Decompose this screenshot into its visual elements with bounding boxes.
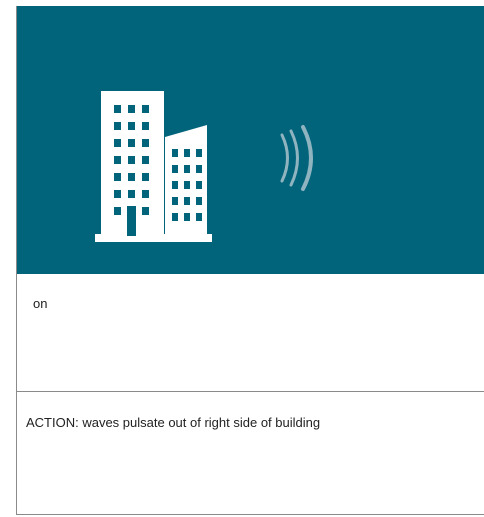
signal-waves-icon (280, 125, 313, 191)
window (184, 181, 190, 189)
window (184, 197, 190, 205)
window (128, 190, 135, 198)
window (142, 139, 149, 147)
window (114, 139, 121, 147)
window (114, 190, 121, 198)
window (128, 156, 135, 164)
window (184, 165, 190, 173)
illustration-canvas (95, 91, 313, 242)
action-panel: ACTION: waves pulsate out of right side … (17, 392, 484, 514)
window (142, 207, 149, 215)
window (114, 156, 121, 164)
illustration-panel (17, 6, 484, 274)
window (142, 156, 149, 164)
window (196, 213, 202, 221)
window (128, 122, 135, 130)
window (172, 213, 178, 221)
window (142, 105, 149, 113)
storyboard-frame: on ACTION: waves pulsate out of right si… (16, 6, 484, 515)
window (172, 149, 178, 157)
window (196, 181, 202, 189)
window (196, 149, 202, 157)
window (128, 105, 135, 113)
window (172, 165, 178, 173)
window (114, 105, 121, 113)
window (184, 149, 190, 157)
window (128, 173, 135, 181)
window (114, 207, 121, 215)
window (172, 181, 178, 189)
window (196, 197, 202, 205)
state-panel: on (17, 274, 484, 392)
action-description: ACTION: waves pulsate out of right side … (26, 415, 321, 430)
window (196, 165, 202, 173)
window (114, 173, 121, 181)
window (172, 197, 178, 205)
window (142, 173, 149, 181)
window (142, 190, 149, 198)
office-building-icon (95, 91, 212, 242)
window (142, 122, 149, 130)
state-label: on (33, 296, 48, 311)
window (128, 139, 135, 147)
window (184, 213, 190, 221)
window (114, 122, 121, 130)
door (127, 206, 136, 236)
